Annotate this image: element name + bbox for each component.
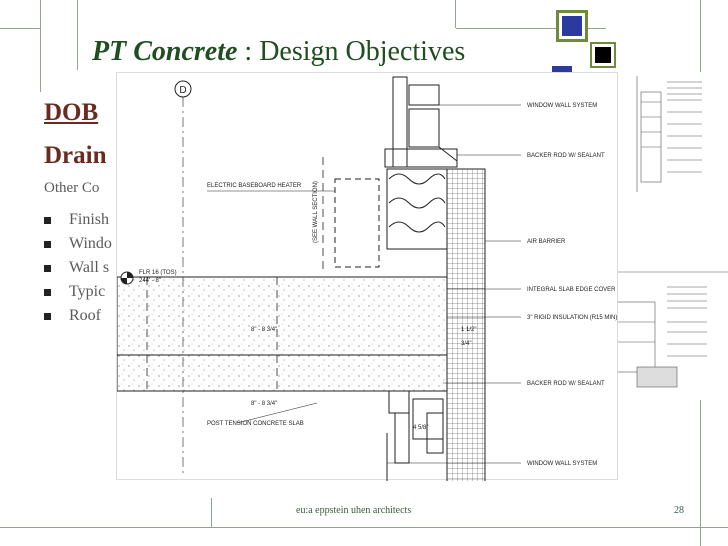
label-dim-3-4: 3/4" bbox=[461, 341, 471, 347]
other-label: Other Co bbox=[44, 180, 100, 196]
label-rigid-insulation: 3" RIGID INSULATION (R15 MIN) bbox=[527, 315, 617, 321]
footer-firm-name: eu:a eppstein uhen architects bbox=[296, 505, 412, 516]
label-dim-4-5-8: 4 5/8" bbox=[413, 425, 428, 431]
slide-title: PT Concrete : Design Objectives bbox=[92, 36, 562, 68]
bullet-item: Finish bbox=[44, 208, 112, 232]
label-floor-level: FLR 16 (TOS) bbox=[139, 270, 177, 276]
deco-square-blue bbox=[562, 16, 582, 36]
baseboard-heater-box bbox=[334, 178, 380, 268]
heading-dob: DOB bbox=[44, 99, 99, 126]
label-floor-elevation: 244' - 8" bbox=[139, 278, 161, 284]
slide-title-rest: : Design Objectives bbox=[237, 36, 466, 67]
detail-thumbnail-panel bbox=[607, 72, 728, 400]
bullet-square-icon bbox=[44, 264, 51, 272]
label-slab-edge-cover: INTEGRAL SLAB EDGE COVER bbox=[527, 287, 616, 293]
label-window-wall-bottom: WINDOW WALL SYSTEM bbox=[527, 461, 597, 467]
label-backer-rod-bottom: BACKER ROD W/ SEALANT bbox=[527, 381, 605, 387]
bullet-square-icon bbox=[44, 216, 51, 224]
grid-marker-label: D bbox=[179, 85, 186, 96]
label-backer-rod-top: BACKER ROD W/ SEALANT bbox=[527, 153, 605, 159]
insulation-batt bbox=[386, 168, 448, 250]
label-window-wall-top: WINDOW WALL SYSTEM bbox=[527, 103, 597, 109]
page-number: 28 bbox=[674, 505, 684, 516]
frame-line-left bbox=[40, 0, 41, 92]
concrete-slab-upper bbox=[116, 276, 448, 356]
label-pt-slab: POST TENSION CONCRETE SLAB bbox=[207, 421, 304, 427]
detail-thumbnail-drawing bbox=[607, 76, 728, 388]
bullet-square-icon bbox=[44, 312, 51, 320]
label-air-barrier: AIR BARRIER bbox=[527, 239, 566, 245]
bullet-item: Wall s bbox=[44, 256, 112, 280]
deco-square-black bbox=[590, 42, 616, 68]
window-wall-bottom bbox=[386, 390, 444, 481]
frame-line-bottom bbox=[0, 527, 728, 528]
window-wall-top bbox=[384, 76, 458, 168]
label-see-wall-section: (SEE WALL SECTION) bbox=[313, 181, 319, 243]
label-dim-slab-1: 8" - 8 3/4" bbox=[251, 327, 277, 333]
label-dim-slab-2: 8" - 8 3/4" bbox=[251, 401, 277, 407]
frame-line-right-1 bbox=[455, 0, 456, 28]
concrete-slab-lower bbox=[116, 354, 448, 392]
slide: PT Concrete : Design Objectives DOB Drai… bbox=[0, 0, 728, 546]
label-dim-1-half: 1 1/2" bbox=[461, 327, 476, 333]
wall-section-svg: D WINDOW WALL SYSTEM BACKER ROD W/ SEALA… bbox=[116, 76, 617, 488]
bullet-list: Finish Windo Wall s Typic Roof bbox=[44, 208, 112, 328]
bullet-item: Typic bbox=[44, 280, 112, 304]
bullet-item: Roof bbox=[44, 304, 112, 328]
exterior-cladding bbox=[446, 168, 486, 488]
frame-line-left-2 bbox=[77, 0, 78, 70]
bullet-square-icon bbox=[44, 288, 51, 296]
slide-footer: eu:a eppstein uhen architects 28 bbox=[212, 500, 702, 524]
bullet-item: Windo bbox=[44, 232, 112, 256]
slide-title-bold: PT Concrete bbox=[92, 36, 238, 67]
frame-line-top bbox=[0, 28, 40, 29]
heading-drain: Drain bbox=[44, 142, 107, 169]
label-baseboard-heater: ELECTRIC BASEBOARD HEATER bbox=[207, 183, 302, 189]
bullet-square-icon bbox=[44, 240, 51, 248]
wall-section-drawing: D WINDOW WALL SYSTEM BACKER ROD W/ SEALA… bbox=[116, 72, 618, 488]
